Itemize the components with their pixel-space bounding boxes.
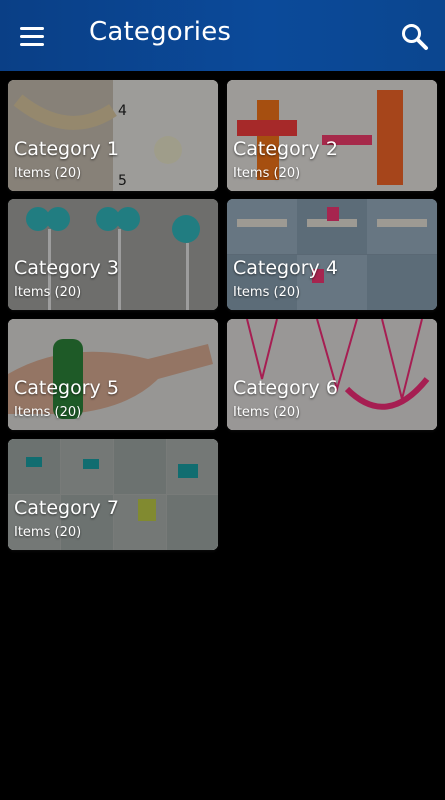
category-count: Items (20) (14, 525, 82, 540)
search-button[interactable] (400, 22, 430, 52)
menu-button[interactable] (20, 22, 50, 50)
category-count: Items (20) (233, 285, 301, 300)
app-bar: Categories (0, 0, 445, 71)
category-name: Category 2 (233, 138, 338, 160)
category-card-4[interactable]: Category 4 Items (20) (227, 199, 437, 310)
category-count: Items (20) (233, 166, 301, 181)
menu-icon-bar (20, 26, 44, 30)
category-name: Category 4 (233, 257, 338, 279)
category-card-2[interactable]: Category 2 Items (20) (227, 80, 437, 191)
category-card-6[interactable]: Category 6 Items (20) (227, 319, 437, 430)
menu-icon-bar (20, 34, 44, 38)
category-name: Category 7 (14, 497, 119, 519)
category-card-7[interactable]: Category 7 Items (20) (8, 439, 218, 550)
search-icon (402, 24, 428, 50)
category-count: Items (20) (233, 405, 301, 420)
category-name: Category 1 (14, 138, 119, 160)
category-count: Items (20) (14, 166, 82, 181)
category-card-1[interactable]: 4 5 Category 1 Items (20) (8, 80, 218, 191)
category-count: Items (20) (14, 285, 82, 300)
category-name: Category 5 (14, 377, 119, 399)
menu-icon-bar (20, 42, 44, 46)
category-count: Items (20) (14, 405, 82, 420)
category-name: Category 6 (233, 377, 338, 399)
category-card-3[interactable]: Category 3 Items (20) (8, 199, 218, 310)
page-title: Categories (89, 17, 232, 47)
category-name: Category 3 (14, 257, 119, 279)
category-card-5[interactable]: Category 5 Items (20) (8, 319, 218, 430)
